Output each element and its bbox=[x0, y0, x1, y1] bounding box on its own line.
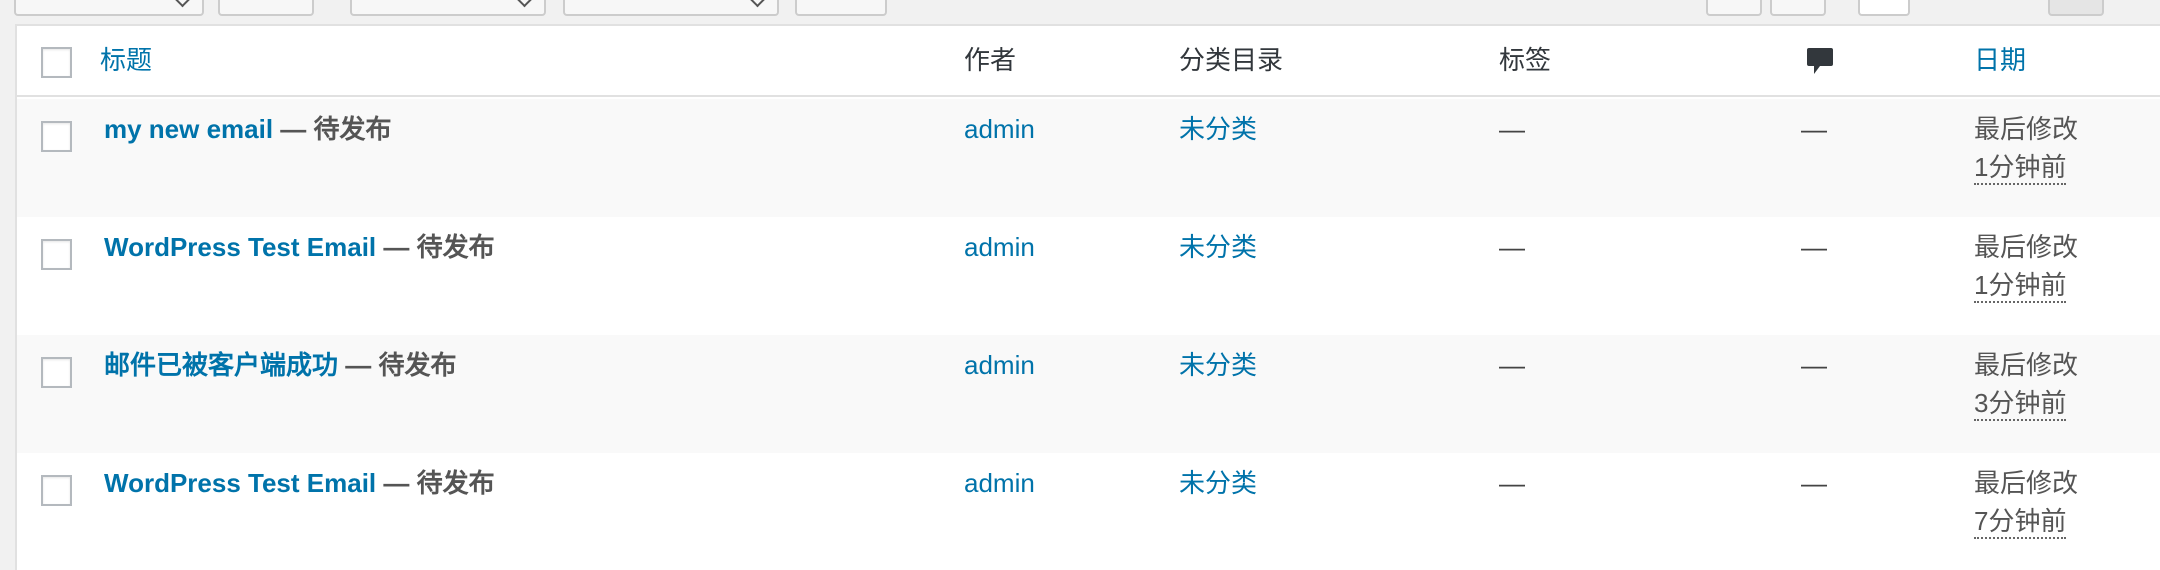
last-page-button[interactable] bbox=[2048, 0, 2104, 16]
table-row: WordPress Test Email — 待发布 admin 未分类 — —… bbox=[17, 453, 2160, 570]
post-title-link[interactable]: WordPress Test Email bbox=[104, 468, 376, 498]
post-state: — 待发布 bbox=[273, 114, 392, 144]
post-title-cell: WordPress Test Email — 待发布 bbox=[104, 229, 495, 265]
table-row: WordPress Test Email — 待发布 admin 未分类 — —… bbox=[17, 217, 2160, 335]
comments-value: — bbox=[1801, 232, 1827, 262]
column-author: 作者 bbox=[964, 45, 1017, 75]
table-row: my new email — 待发布 admin 未分类 — — 最后修改 1分… bbox=[17, 99, 2160, 217]
row-checkbox[interactable] bbox=[41, 239, 72, 270]
author-link[interactable]: admin bbox=[964, 465, 1035, 501]
column-tags: 标签 bbox=[1499, 45, 1552, 75]
column-categories: 分类目录 bbox=[1179, 45, 1284, 75]
post-state: — 待发布 bbox=[338, 350, 457, 380]
author-link[interactable]: admin bbox=[964, 229, 1035, 265]
category-filter-select[interactable] bbox=[563, 0, 779, 16]
column-title-sort[interactable]: 标题 bbox=[100, 42, 152, 78]
row-checkbox[interactable] bbox=[41, 475, 72, 506]
comments-value: — bbox=[1801, 350, 1827, 380]
date-value: 7分钟前 bbox=[1974, 505, 2067, 539]
comment-bubble-icon[interactable] bbox=[1806, 46, 1834, 78]
current-page-input[interactable] bbox=[1858, 0, 1910, 16]
post-title-link[interactable]: 邮件已被客户端成功 bbox=[104, 350, 338, 380]
comments-value: — bbox=[1801, 114, 1827, 144]
date-label: 最后修改 bbox=[1974, 468, 2079, 498]
tags-value: — bbox=[1499, 114, 1525, 144]
date-label: 最后修改 bbox=[1974, 350, 2079, 380]
post-state: — 待发布 bbox=[376, 232, 495, 262]
table-header: 标题 作者 分类目录 标签 日期 bbox=[17, 26, 2160, 97]
tags-value: — bbox=[1499, 468, 1525, 498]
post-title-link[interactable]: my new email bbox=[104, 114, 273, 144]
tablenav-top bbox=[0, 0, 2160, 24]
comments-value: — bbox=[1801, 468, 1827, 498]
category-link[interactable]: 未分类 bbox=[1179, 229, 1257, 265]
date-label: 最后修改 bbox=[1974, 232, 2079, 262]
column-date-sort[interactable]: 日期 bbox=[1974, 42, 2026, 78]
tags-value: — bbox=[1499, 350, 1525, 380]
row-checkbox[interactable] bbox=[41, 357, 72, 388]
row-checkbox[interactable] bbox=[41, 121, 72, 152]
post-title-cell: my new email — 待发布 bbox=[104, 111, 392, 147]
select-all-checkbox[interactable] bbox=[41, 47, 72, 78]
date-value: 3分钟前 bbox=[1974, 387, 2067, 421]
author-link[interactable]: admin bbox=[964, 347, 1035, 383]
date-value: 1分钟前 bbox=[1974, 151, 2067, 185]
first-page-button[interactable] bbox=[1706, 0, 1762, 16]
posts-table: 标题 作者 分类目录 标签 日期 my new email — 待发布 admi… bbox=[15, 24, 2160, 570]
category-link[interactable]: 未分类 bbox=[1179, 347, 1257, 383]
prev-page-button[interactable] bbox=[1770, 0, 1826, 16]
author-link[interactable]: admin bbox=[964, 111, 1035, 147]
date-label: 最后修改 bbox=[1974, 114, 2079, 144]
post-title-cell: 邮件已被客户端成功 — 待发布 bbox=[104, 347, 456, 383]
filter-button[interactable] bbox=[795, 0, 887, 16]
post-title-link[interactable]: WordPress Test Email bbox=[104, 232, 376, 262]
category-link[interactable]: 未分类 bbox=[1179, 465, 1257, 501]
date-filter-select[interactable] bbox=[350, 0, 546, 16]
apply-button[interactable] bbox=[218, 0, 314, 16]
table-row: 邮件已被客户端成功 — 待发布 admin 未分类 — — 最后修改 3分钟前 bbox=[17, 335, 2160, 453]
post-state: — 待发布 bbox=[376, 468, 495, 498]
post-title-cell: WordPress Test Email — 待发布 bbox=[104, 465, 495, 501]
category-link[interactable]: 未分类 bbox=[1179, 111, 1257, 147]
tags-value: — bbox=[1499, 232, 1525, 262]
date-value: 1分钟前 bbox=[1974, 269, 2067, 303]
bulk-action-select[interactable] bbox=[14, 0, 204, 16]
